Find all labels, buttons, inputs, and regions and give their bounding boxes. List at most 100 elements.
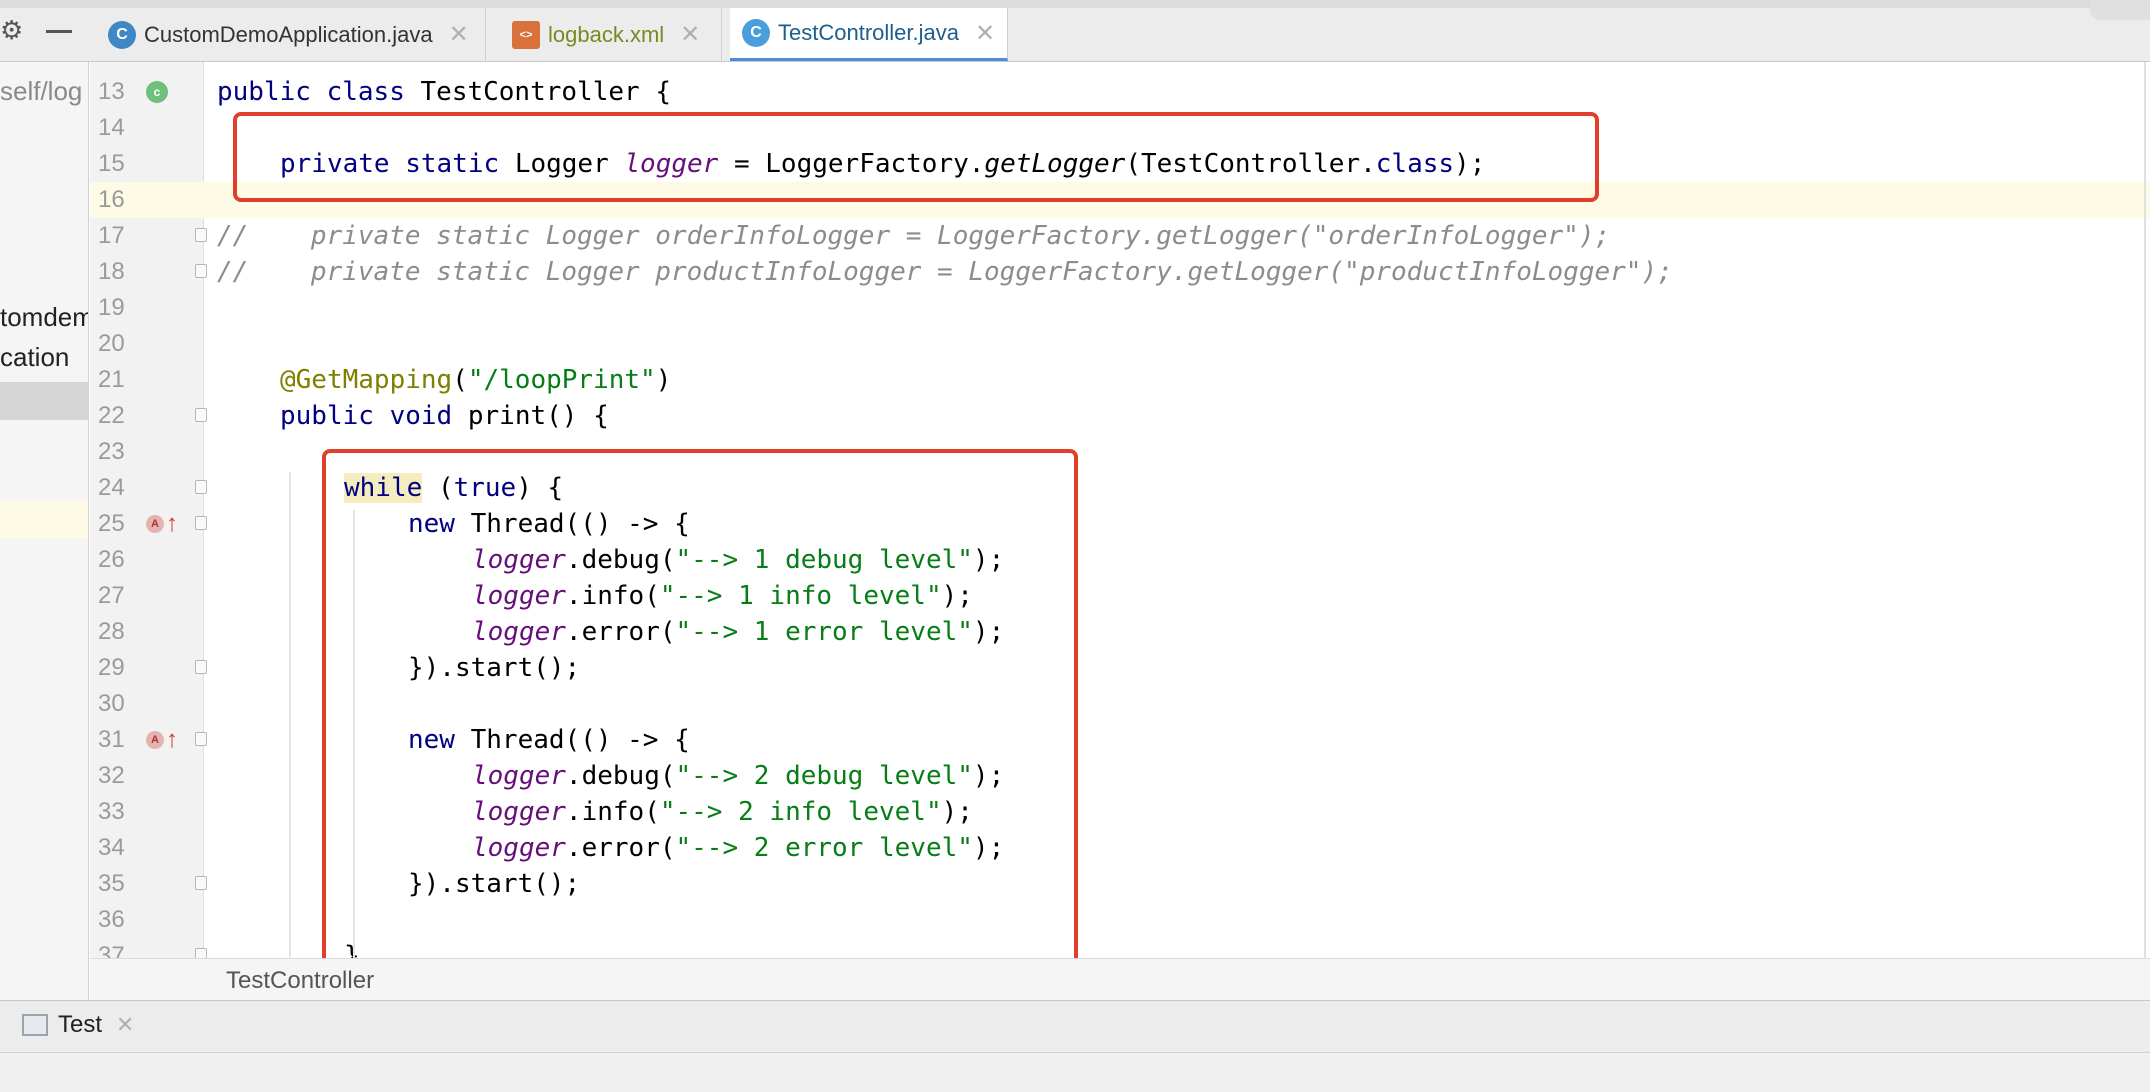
code-text[interactable]: while (true) {	[344, 470, 563, 506]
string-literal: "--> 1 error level"	[675, 617, 973, 647]
code-line[interactable]: 25 A ↑ new Thread(() -> {	[90, 506, 2150, 542]
minimize-icon[interactable]	[46, 30, 72, 33]
code-text[interactable]: logger.debug("--> 1 debug level");	[472, 542, 1004, 578]
fold-marker-icon[interactable]	[195, 948, 207, 958]
code-line[interactable]: 31 A ↑ new Thread(() -> {	[90, 722, 2150, 758]
code-text[interactable]: logger.info("--> 1 info level");	[472, 578, 973, 614]
project-item[interactable]: tomdem	[0, 302, 88, 333]
code-text[interactable]: // private static Logger orderInfoLogger…	[217, 218, 1610, 254]
code-text[interactable]: // private static Logger productInfoLogg…	[217, 254, 1673, 290]
code-token: );	[1454, 149, 1486, 179]
code-line[interactable]: 14	[90, 110, 2150, 146]
line-number: 28	[98, 618, 125, 645]
code-text[interactable]: public void print() {	[280, 398, 609, 434]
fold-marker-icon[interactable]	[195, 876, 207, 890]
project-selected-row[interactable]	[0, 382, 88, 420]
tab-logback-xml[interactable]: <> logback.xml ✕	[500, 8, 722, 61]
code-text[interactable]: new Thread(() -> {	[408, 722, 690, 758]
code-line[interactable]: 35 }).start();	[90, 866, 2150, 902]
code-line[interactable]: 28 logger.error("--> 1 error level");	[90, 614, 2150, 650]
tab-custom-demo-application[interactable]: C CustomDemoApplication.java ✕	[104, 8, 486, 61]
tab-run-test[interactable]: Test ✕	[22, 1011, 134, 1039]
code-token: static	[405, 149, 500, 179]
class-spring-icon[interactable]: c	[146, 80, 168, 104]
code-line[interactable]: 33 logger.info("--> 2 info level");	[90, 794, 2150, 830]
code-token: }).start();	[408, 869, 581, 899]
fold-marker-icon[interactable]	[195, 264, 207, 278]
code-line[interactable]: 16	[90, 182, 2150, 218]
code-line[interactable]: 23	[90, 434, 2150, 470]
code-line[interactable]: 15 private static Logger logger = LoggerF…	[90, 146, 2150, 182]
code-line[interactable]: 18 // private static Logger productInfoLo…	[90, 254, 2150, 290]
line-number: 23	[98, 438, 125, 465]
code-line[interactable]: 34 logger.error("--> 2 error level");	[90, 830, 2150, 866]
breadcrumb-item[interactable]: TestController	[226, 967, 374, 995]
code-line[interactable]: 24 while (true) {	[90, 470, 2150, 506]
project-item[interactable]: cation	[0, 342, 69, 373]
code-line[interactable]: 30	[90, 686, 2150, 722]
code-token: ) {	[516, 473, 564, 503]
line-number: 25	[98, 510, 125, 537]
code-token: (TestController.	[1125, 149, 1376, 179]
close-icon[interactable]: ✕	[116, 1012, 134, 1038]
code-line[interactable]: 20	[90, 326, 2150, 362]
fold-marker-icon[interactable]	[195, 480, 207, 494]
java-class-icon: C	[742, 19, 770, 47]
code-text[interactable]: }).start();	[408, 866, 580, 902]
run-console-icon	[22, 1014, 48, 1036]
code-token: new	[408, 725, 455, 755]
code-line[interactable]: 13 c public class TestController {	[90, 74, 2150, 110]
tool-window-bar: Test ✕	[0, 1000, 2150, 1052]
code-token: );	[941, 581, 973, 611]
window-corner	[2090, 0, 2150, 20]
code-token: );	[941, 797, 973, 827]
code-line[interactable]: 27 logger.info("--> 1 info level");	[90, 578, 2150, 614]
code-line[interactable]: 17 // private static Logger orderInfoLogg…	[90, 218, 2150, 254]
code-line[interactable]: 29 }).start();	[90, 650, 2150, 686]
project-path-fragment[interactable]: self/log	[0, 76, 82, 107]
close-icon[interactable]: ✕	[680, 20, 700, 49]
code-token: );	[972, 617, 1005, 647]
code-line[interactable]: 21 @GetMapping("/loopPrint")	[90, 362, 2150, 398]
code-line[interactable]: 22 public void print() {	[90, 398, 2150, 434]
line-number: 13	[98, 78, 125, 105]
fold-marker-icon[interactable]	[195, 228, 207, 242]
field-logger: logger	[472, 545, 566, 575]
close-icon[interactable]: ✕	[975, 19, 995, 48]
status-bar	[0, 1052, 2150, 1092]
code-text[interactable]: new Thread(() -> {	[408, 506, 690, 542]
close-icon[interactable]: ✕	[449, 20, 469, 49]
implements-method-icon[interactable]: A ↑	[146, 728, 178, 752]
code-text[interactable]: logger.debug("--> 2 debug level");	[472, 758, 1004, 794]
code-line[interactable]: 32 logger.debug("--> 2 debug level");	[90, 758, 2150, 794]
code-token: }).start();	[408, 653, 581, 683]
code-text[interactable]: @GetMapping("/loopPrint")	[280, 362, 671, 398]
fold-marker-icon[interactable]	[195, 732, 207, 746]
code-text[interactable]: logger.error("--> 1 error level");	[472, 614, 1004, 650]
code-editor[interactable]: 13 c public class TestController {14 15 priv…	[90, 62, 2150, 958]
implements-method-icon[interactable]: A ↑	[146, 512, 178, 536]
code-text[interactable]: }	[344, 938, 360, 958]
string-literal: "--> 1 info level"	[659, 581, 942, 611]
code-text[interactable]: }).start();	[408, 650, 580, 686]
line-number: 35	[98, 870, 125, 897]
code-text[interactable]: private static Logger logger = LoggerFac…	[280, 146, 1485, 182]
code-text[interactable]: logger.error("--> 2 error level");	[472, 830, 1004, 866]
fold-marker-icon[interactable]	[195, 516, 207, 530]
tab-test-controller[interactable]: C TestController.java ✕	[730, 8, 1008, 61]
line-number: 29	[98, 654, 125, 681]
code-text[interactable]: public class TestController {	[217, 74, 671, 110]
fold-marker-icon[interactable]	[195, 660, 207, 674]
code-line[interactable]: 26 logger.debug("--> 1 debug level");	[90, 542, 2150, 578]
code-line[interactable]: 19	[90, 290, 2150, 326]
gear-icon[interactable]: ⚙	[0, 17, 24, 43]
fold-marker-icon[interactable]	[195, 408, 207, 422]
breadcrumb: TestController	[90, 958, 2150, 1000]
vertical-scrollbar[interactable]	[2144, 62, 2146, 958]
code-line[interactable]: 37}	[90, 938, 2150, 958]
code-text[interactable]: logger.info("--> 2 info level");	[472, 794, 973, 830]
code-line[interactable]: 36	[90, 902, 2150, 938]
line-number: 30	[98, 690, 125, 717]
code-token: (	[437, 473, 454, 503]
string-literal: "--> 2 info level"	[659, 797, 942, 827]
